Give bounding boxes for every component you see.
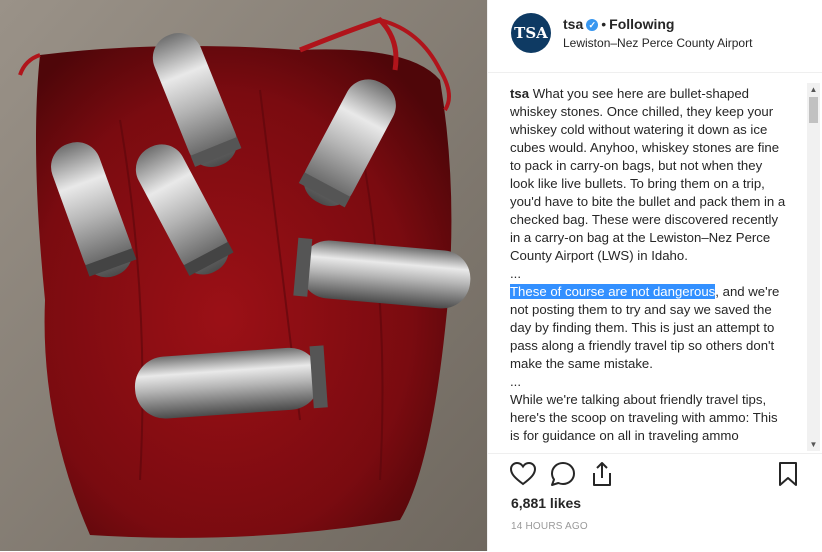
- verified-badge-icon: ✓: [586, 19, 599, 32]
- post-timestamp[interactable]: 14 HOURS AGO: [511, 521, 588, 532]
- post-photo[interactable]: [0, 0, 487, 551]
- share-icon[interactable]: [588, 460, 616, 488]
- whiskey-stones-photo: [0, 0, 487, 551]
- caption-part-2: , and we're not posting them to try and …: [510, 284, 780, 443]
- username-link[interactable]: tsa: [563, 16, 583, 32]
- caption-scrollbar[interactable]: ▲ ▼: [807, 83, 820, 451]
- caption-area[interactable]: tsa What you see here are bullet-shaped …: [488, 73, 822, 453]
- scroll-up-arrow-icon[interactable]: ▲: [807, 83, 820, 96]
- following-button[interactable]: Following: [609, 16, 674, 32]
- heart-icon[interactable]: [509, 460, 537, 488]
- selected-text: These of course are not dangerous: [510, 284, 716, 299]
- avatar-text: TSA: [514, 24, 548, 42]
- avatar[interactable]: TSA: [511, 13, 551, 53]
- comment-icon[interactable]: [549, 460, 577, 488]
- caption-username[interactable]: tsa: [510, 86, 529, 101]
- separator-dot: •: [601, 16, 607, 32]
- bookmark-icon[interactable]: [774, 460, 802, 488]
- location-link[interactable]: Lewiston–Nez Perce County Airport: [563, 36, 752, 50]
- post-detail-panel: TSA tsa ✓ • Following Lewiston–Nez Perce Co…: [487, 0, 822, 551]
- account-row: tsa ✓ • Following: [563, 16, 674, 32]
- post-actions: 6,881 likes 14 HOURS AGO: [488, 453, 822, 552]
- post-header: TSA tsa ✓ • Following Lewiston–Nez Perce Co…: [488, 0, 822, 73]
- caption-text: tsa What you see here are bullet-shaped …: [510, 85, 788, 445]
- scrollbar-thumb[interactable]: [809, 97, 818, 123]
- scroll-down-arrow-icon[interactable]: ▼: [807, 438, 820, 451]
- caption-part-1: What you see here are bullet-shaped whis…: [510, 86, 786, 281]
- likes-count[interactable]: 6,881 likes: [511, 495, 581, 511]
